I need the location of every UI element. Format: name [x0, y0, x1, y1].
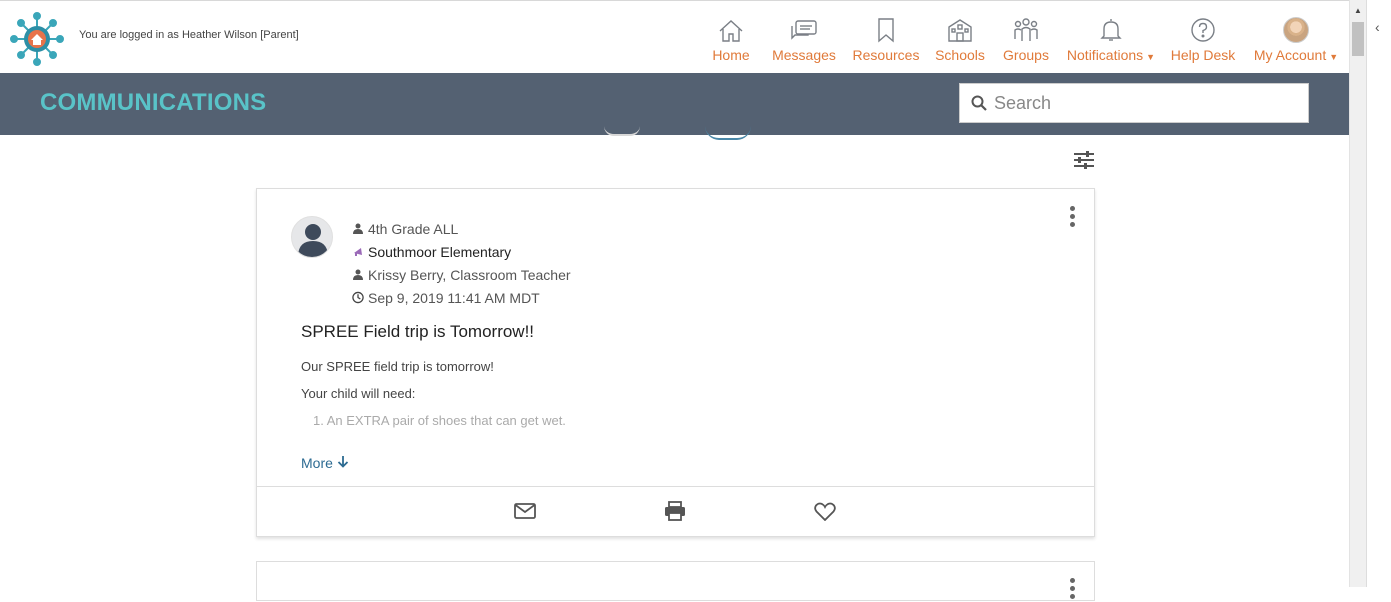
nav-home[interactable]: Home — [703, 15, 759, 63]
help-icon — [1189, 15, 1217, 43]
chevron-down-icon: ▼ — [1329, 52, 1339, 62]
nav-my-account[interactable]: My Account ▼ — [1243, 15, 1349, 63]
top-header: You are logged in as Heather Wilson [Par… — [0, 0, 1349, 73]
nav-label: Groups — [1003, 47, 1049, 63]
search-input[interactable] — [994, 92, 1294, 114]
search-icon — [971, 95, 987, 111]
nav-resources[interactable]: Resources — [845, 15, 927, 63]
post-list: 1. An EXTRA pair of shoes that can get w… — [313, 413, 1001, 428]
page-title: COMMUNICATIONS — [40, 89, 267, 116]
groups-icon — [1012, 15, 1040, 43]
heart-icon — [814, 502, 836, 521]
filter-settings-button[interactable] — [1073, 150, 1095, 170]
page-header-band: COMMUNICATIONS — [0, 73, 1349, 135]
envelope-icon — [514, 503, 536, 519]
nav-label: Help Desk — [1170, 47, 1236, 63]
chevron-down-icon: ▼ — [1146, 52, 1156, 62]
nav-label: Home — [712, 47, 750, 63]
post-body-line: Our SPREE field trip is tomorrow! — [301, 359, 494, 374]
site-logo[interactable] — [10, 12, 64, 66]
carousel-indicator — [604, 126, 640, 136]
post-meta: 4th Grade ALL Southmoor Elementary Kriss… — [352, 217, 571, 309]
scroll-up-arrow-icon[interactable]: ▲ — [1354, 6, 1362, 15]
bell-icon — [1097, 15, 1125, 43]
person-icon — [352, 269, 364, 280]
school-icon — [946, 15, 974, 43]
post-body: Our SPREE field trip is tomorrow! Your c… — [301, 359, 1001, 428]
post-actions — [257, 486, 1094, 537]
post-group: 4th Grade ALL — [352, 217, 571, 240]
scrollbar-thumb[interactable] — [1352, 22, 1364, 56]
post-title: SPREE Field trip is Tomorrow!! — [301, 322, 535, 341]
author-avatar — [291, 216, 333, 258]
side-panel-toggle[interactable]: ‹ — [1366, 0, 1391, 587]
main-nav: Home Messages Resources Schools Groups N… — [703, 15, 1349, 63]
chevron-left-icon: ‹ — [1375, 19, 1380, 35]
nav-messages[interactable]: Messages — [763, 15, 845, 63]
nav-help-desk[interactable]: Help Desk — [1163, 15, 1243, 63]
clock-icon — [352, 291, 364, 304]
list-item: 1. An EXTRA pair of shoes that can get w… — [313, 413, 566, 428]
nav-label: Messages — [772, 47, 836, 63]
messages-icon — [790, 15, 818, 43]
post-options-button[interactable] — [1067, 578, 1077, 602]
page-scrollbar[interactable]: ▲ — [1349, 0, 1366, 587]
nav-label: My Account ▼ — [1253, 47, 1339, 63]
post-body-line: Your child will need: — [301, 386, 416, 401]
arrow-down-icon — [337, 456, 348, 468]
carousel-indicator-active — [705, 126, 751, 140]
nav-schools[interactable]: Schools — [927, 15, 993, 63]
nav-label: Schools — [935, 47, 985, 63]
post-author: Krissy Berry, Classroom Teacher — [352, 263, 571, 286]
megaphone-icon — [352, 247, 364, 257]
like-button[interactable] — [813, 500, 837, 522]
post-options-button[interactable] — [1067, 206, 1077, 230]
printer-icon — [665, 501, 685, 521]
more-link[interactable]: More — [301, 455, 349, 471]
post-card — [256, 561, 1095, 601]
nav-groups[interactable]: Groups — [993, 15, 1059, 63]
search-box[interactable] — [959, 83, 1309, 123]
bookmark-icon — [872, 15, 900, 43]
sliders-icon — [1074, 151, 1094, 169]
nav-notifications[interactable]: Notifications ▼ — [1059, 15, 1163, 63]
post-school: Southmoor Elementary — [352, 240, 571, 263]
person-icon — [352, 223, 364, 234]
login-status: You are logged in as Heather Wilson [Par… — [79, 29, 299, 41]
post-card: 4th Grade ALL Southmoor Elementary Kriss… — [256, 188, 1095, 537]
home-icon — [717, 15, 745, 43]
print-button[interactable] — [663, 500, 687, 522]
avatar — [1282, 15, 1310, 43]
email-button[interactable] — [513, 500, 537, 522]
post-datetime: Sep 9, 2019 11:41 AM MDT — [352, 286, 571, 309]
nav-label: Notifications ▼ — [1066, 47, 1156, 63]
nav-label: Resources — [852, 47, 920, 63]
